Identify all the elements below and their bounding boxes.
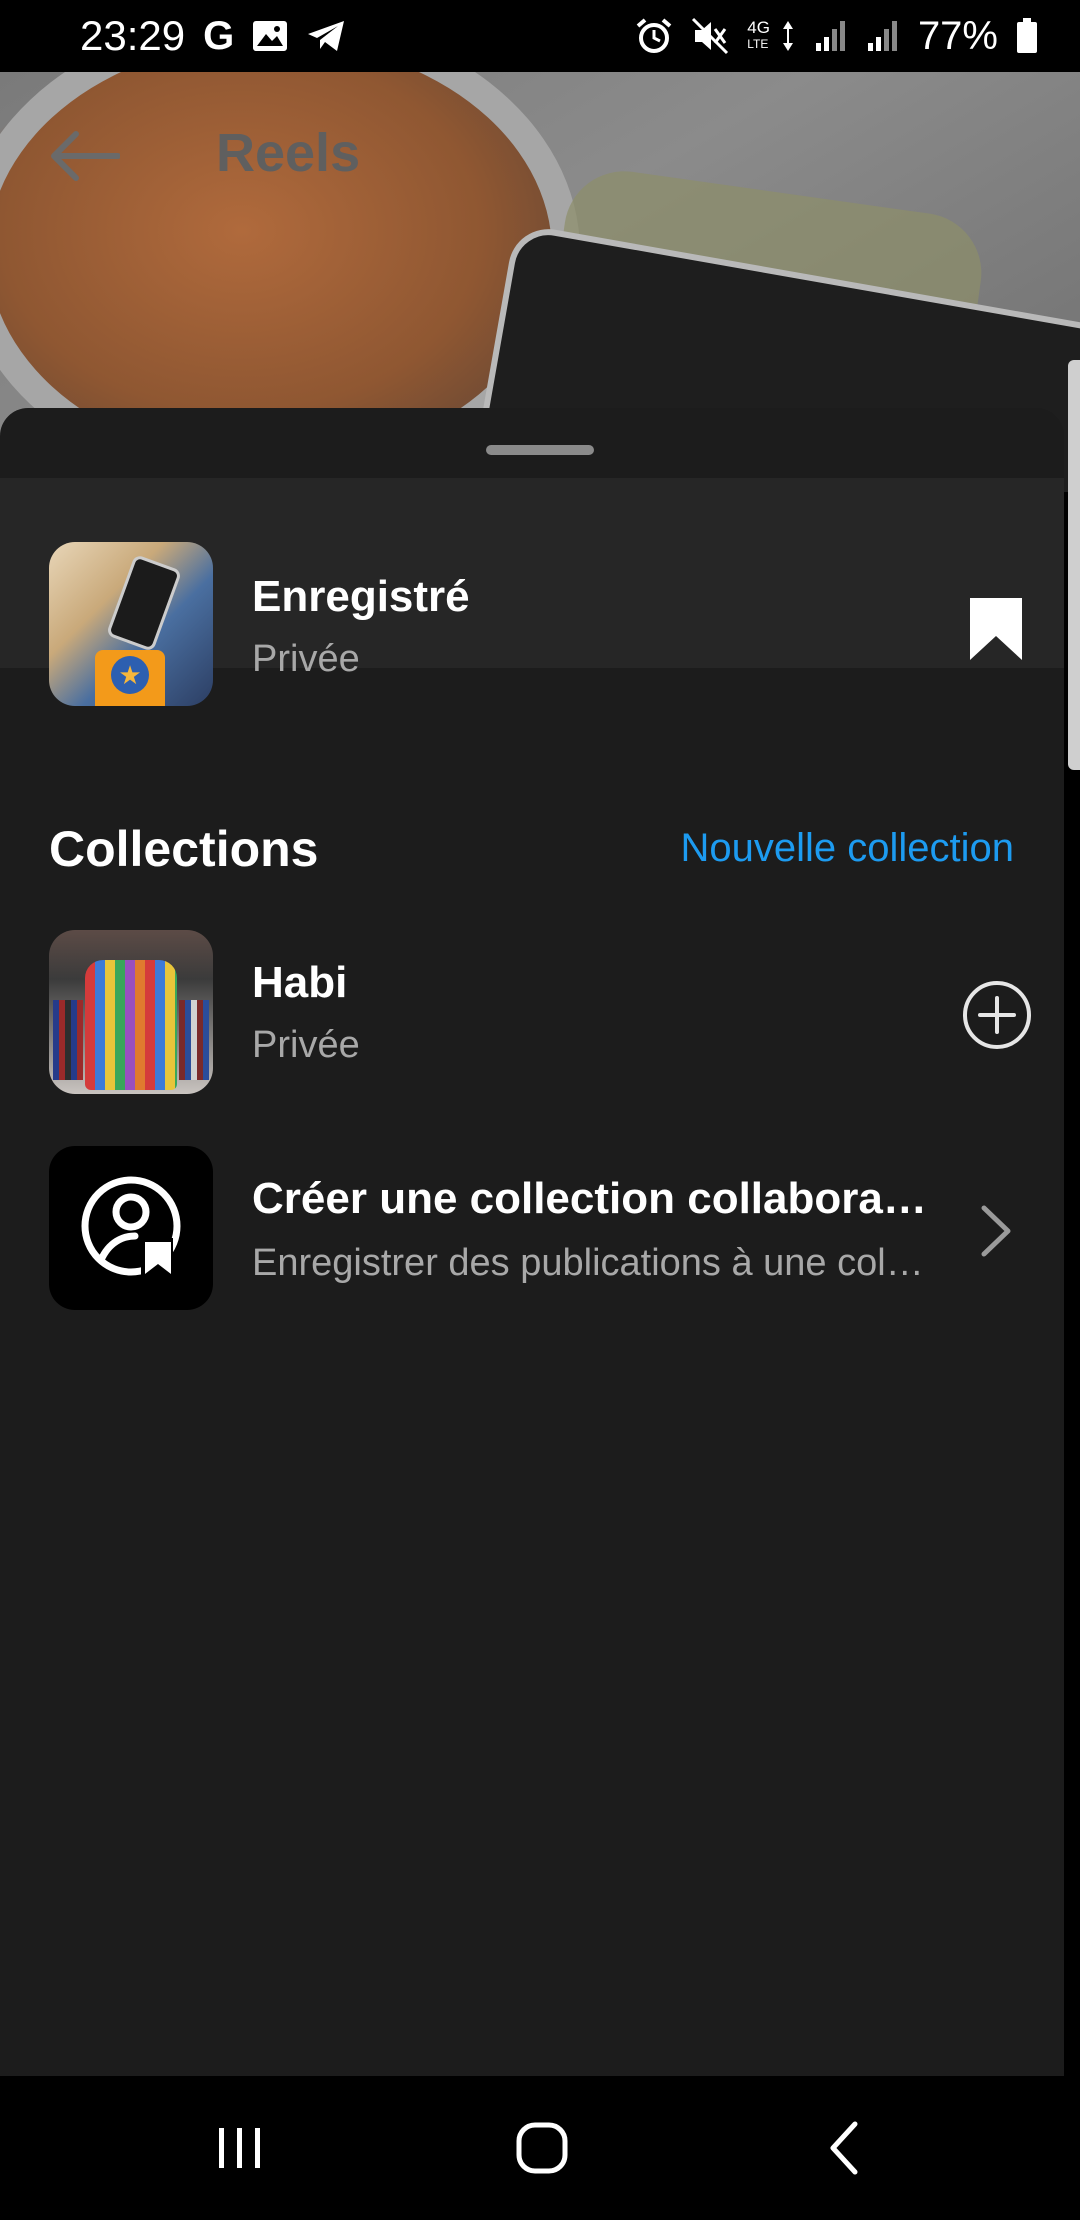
signal-icon [814,19,848,53]
google-icon: G [203,13,235,58]
collaborative-subtitle: Enregistrer des publications à une colle… [252,1242,932,1284]
battery-percent: 77% [917,13,998,58]
collection-privacy-habi: Privée [252,1024,360,1066]
recent-apps-icon[interactable] [212,2120,268,2176]
collection-thumbnail-habi[interactable] [49,930,213,1094]
add-to-collection-icon[interactable] [962,980,1032,1050]
battery-icon [1016,18,1038,54]
back-icon[interactable] [824,2120,864,2176]
collaborative-thumbnail [49,1146,213,1310]
new-collection-link[interactable]: Nouvelle collection [680,826,1014,871]
saved-privacy: Privée [252,638,360,680]
telegram-icon [306,19,346,53]
data-arrows-icon [780,19,796,53]
chevron-right-icon [980,1204,1012,1258]
collection-title-habi[interactable]: Habi [252,958,347,1008]
scroll-indicator[interactable] [1068,360,1080,770]
reels-header: Reels [0,72,1080,242]
status-time: 23:29 [80,12,186,59]
gallery-icon [252,20,288,52]
back-arrow-icon[interactable] [48,130,121,182]
saved-thumbnail: ★ [49,542,213,706]
network-4g-label: 4G [747,18,770,37]
network-type: 4G LTE [747,18,770,52]
collaborative-title: Créer une collection collaborative [252,1174,932,1223]
collaborator-bookmark-icon [81,1176,181,1278]
collections-heading: Collections [49,821,319,877]
alarm-icon [635,17,673,55]
home-icon[interactable] [512,2120,572,2176]
system-navigation-bar [0,2076,1080,2220]
network-lte-label: LTE [747,37,769,51]
page-title: Reels [216,123,361,183]
bookmark-filled-icon[interactable] [966,596,1026,662]
status-bar: 23:29 G 4G LTE 77% [0,0,1080,72]
mute-icon [691,17,729,55]
save-bottom-sheet: ★ Enregistré Privée Collections Nouvelle… [0,408,1064,2076]
saved-title: Enregistré [252,572,470,621]
signal-icon-2 [866,19,900,53]
sheet-drag-handle[interactable] [486,445,594,455]
